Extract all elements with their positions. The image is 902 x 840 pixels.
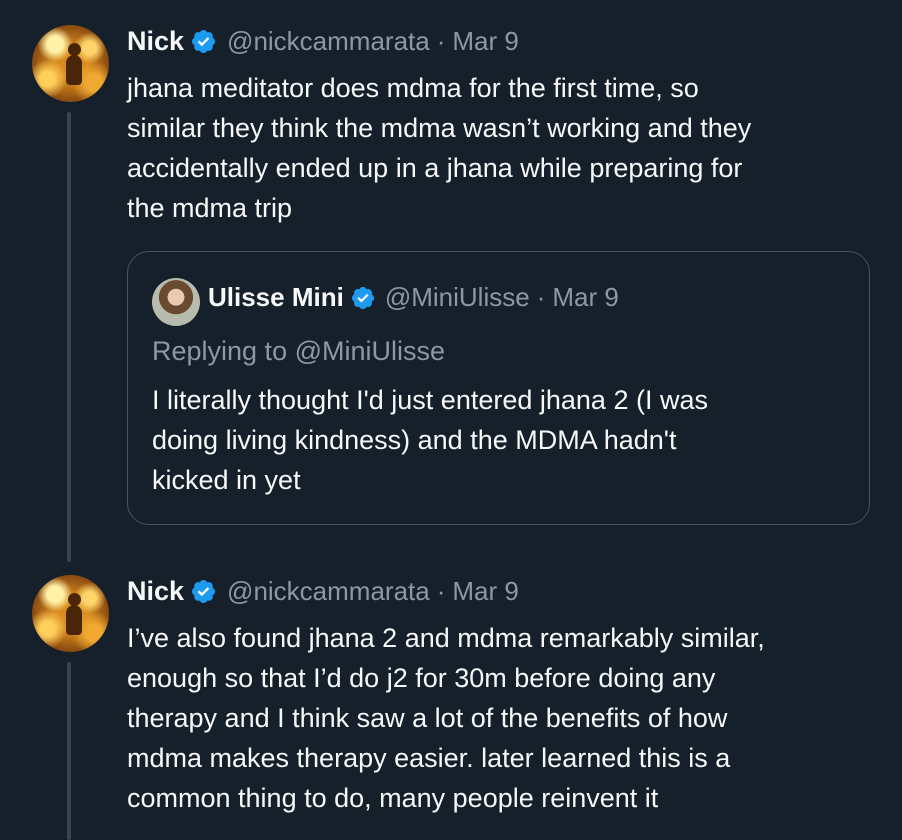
tweet-date[interactable]: Mar 9 [452, 576, 518, 607]
quote-header: Ulisse Mini @MiniUlisse · Mar 9 [208, 282, 619, 313]
tweet-header: Nick @nickcammarata · Mar 9 [127, 576, 519, 607]
replying-to-label: Replying to @MiniUlisse [152, 336, 446, 366]
avatar[interactable] [32, 25, 109, 102]
avatar[interactable] [32, 575, 109, 652]
tweet-text: jhana meditator does mdma for the first … [127, 73, 752, 223]
tweet-text: I’ve also found jhana 2 and mdma remarka… [127, 623, 765, 813]
quote-avatar [152, 278, 200, 326]
avatar-figure [66, 43, 82, 85]
separator-dot: · [436, 26, 446, 56]
separator-dot: · [436, 576, 446, 606]
tweet-thread: Nick @nickcammarata · Mar 9 jhana medita… [0, 0, 902, 840]
author-handle[interactable]: @nickcammarata [227, 26, 430, 57]
author-name[interactable]: Nick [127, 26, 184, 57]
quote-author-handle: @MiniUlisse [384, 282, 530, 312]
separator-dot: · [536, 282, 546, 312]
quote-author-name: Ulisse Mini [208, 282, 344, 312]
verified-badge-icon [350, 285, 376, 311]
thread-connector-line [67, 662, 71, 840]
verified-badge-icon [190, 578, 217, 605]
verified-badge-icon [190, 28, 217, 55]
author-name[interactable]: Nick [127, 576, 184, 607]
avatar-figure [66, 593, 82, 635]
author-handle[interactable]: @nickcammarata [227, 576, 430, 607]
quote-text: I literally thought I'd just entered jha… [152, 385, 708, 495]
thread-connector-line [67, 112, 71, 562]
tweet-date[interactable]: Mar 9 [452, 26, 518, 57]
tweet-header: Nick @nickcammarata · Mar 9 [127, 26, 519, 57]
quote-date: Mar 9 [552, 282, 619, 312]
quote-tweet-card[interactable]: Ulisse Mini @MiniUlisse · Mar 9 Replying… [127, 251, 870, 525]
